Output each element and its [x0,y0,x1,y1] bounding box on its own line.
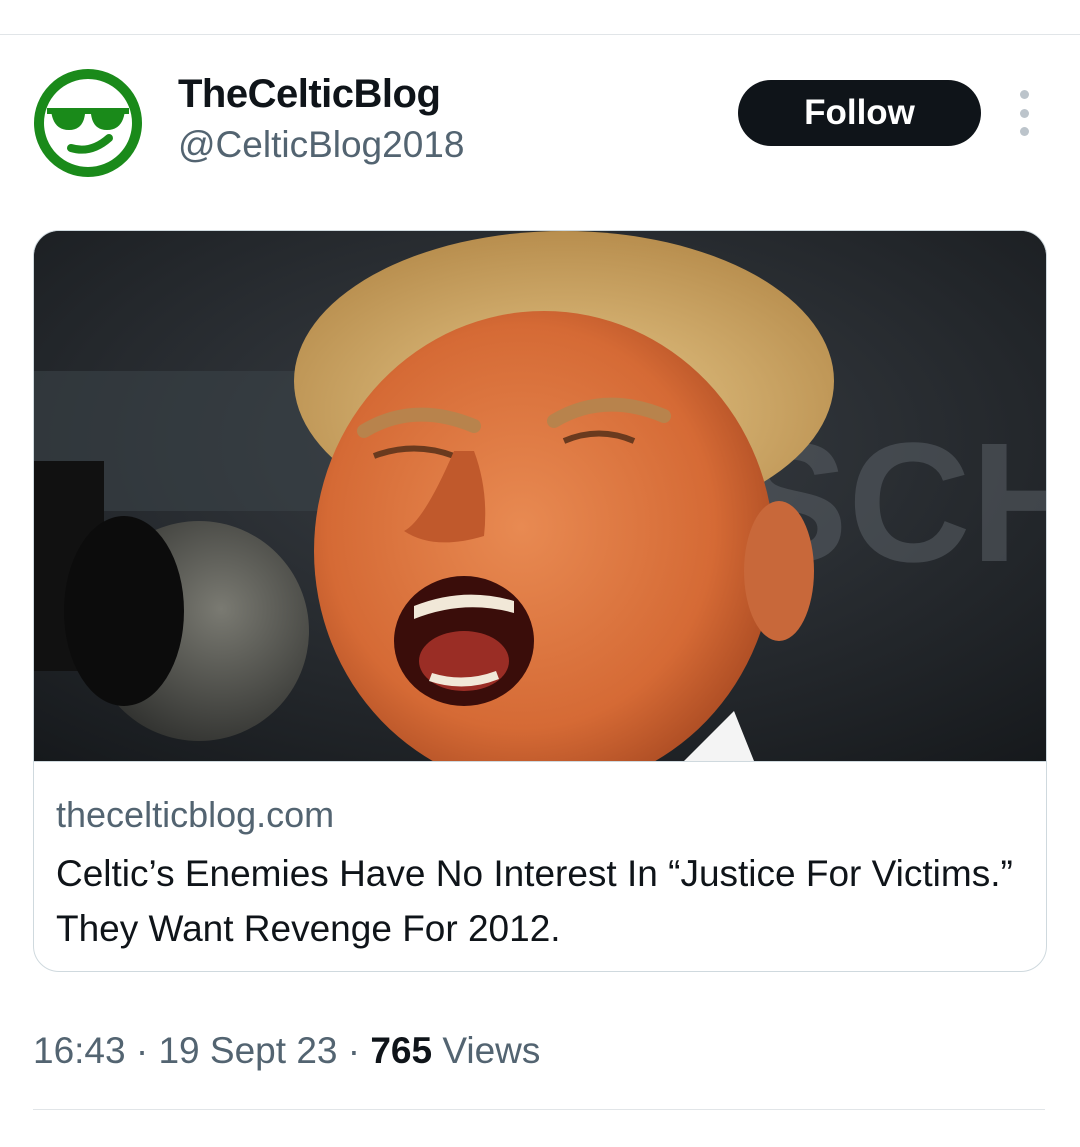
link-headline: Celtic’s Enemies Have No Interest In “Ju… [56,853,1013,949]
meta-separator: · [347,1030,361,1071]
author-display-name[interactable]: TheCelticBlog [178,72,441,117]
dot [1019,127,1029,136]
tweet-time[interactable]: 16:43 [33,1030,126,1071]
shouting-man-photo: SCH [34,231,1046,761]
views-label[interactable]: Views [442,1030,540,1071]
dot [1019,108,1029,118]
tweet-date[interactable]: 19 Sept 23 [158,1030,337,1071]
author-handle[interactable]: @CelticBlog2018 [178,124,464,166]
meta-separator: · [135,1030,149,1071]
avatar[interactable] [33,68,143,178]
views-count[interactable]: 765 [370,1030,432,1071]
tweet-header: TheCelticBlog @CelticBlog2018 Follow [0,60,1080,190]
link-preview-text[interactable]: thecelticblog.com Celtic’s Enemies Have … [34,761,1046,971]
top-divider [0,34,1080,35]
more-options-icon[interactable] [1008,90,1040,136]
sunglasses-smiley-icon [34,69,142,177]
dot [1019,90,1029,99]
tweet-meta: 16:43 · 19 Sept 23 · 765 Views [33,1030,540,1072]
link-domain: thecelticblog.com [56,794,335,835]
link-preview-image[interactable]: SCH [34,231,1046,761]
follow-button[interactable]: Follow [738,80,981,146]
bottom-divider [33,1109,1045,1110]
link-preview-card[interactable]: SCH thecelticblog.com [33,230,1047,972]
